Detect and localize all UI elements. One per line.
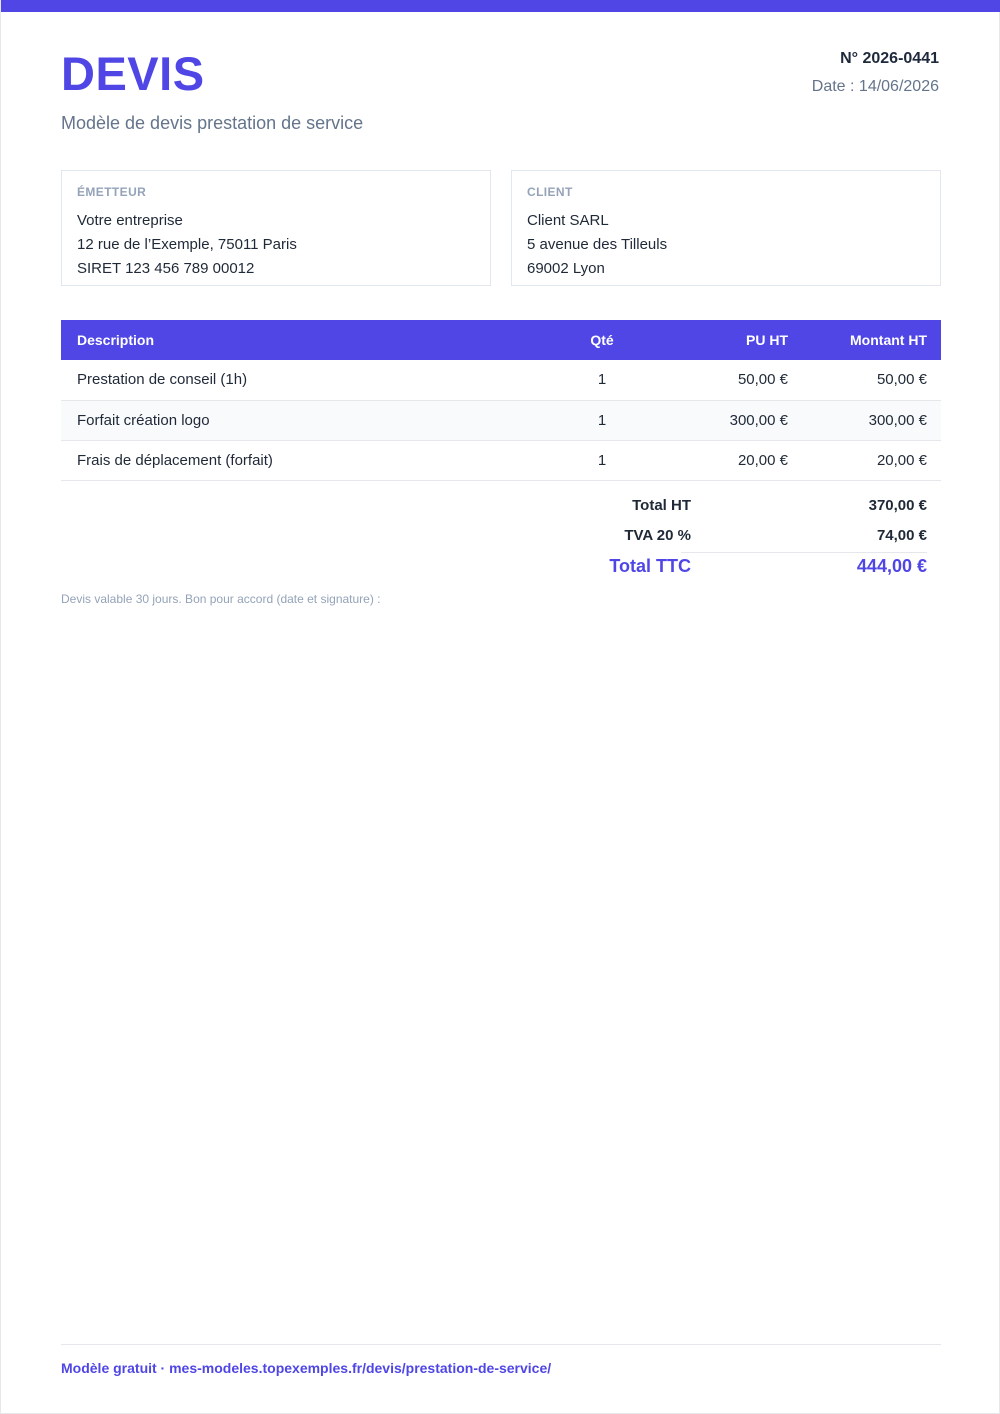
table-header-row: Description Qté PU HT Montant HT: [61, 320, 941, 360]
row-unit-price: 300,00 €: [661, 400, 802, 441]
subtotal-value: 370,00 €: [868, 497, 927, 514]
document-subtitle: Modèle de devis prestation de service: [61, 113, 364, 133]
grand-total-label: Total TTC: [609, 556, 691, 576]
top-accent-bar: [1, 0, 1000, 12]
subtotal-row: Total HT 370,00 €: [561, 490, 941, 520]
quote-number: N° 2026-0441: [840, 50, 939, 67]
totals-block: Total HT 370,00 € TVA 20 % 74,00 € Total…: [561, 490, 941, 580]
vat-label: TVA 20 %: [624, 527, 691, 544]
quote-page: DEVIS Modèle de devis prestation de serv…: [0, 0, 1000, 1414]
grand-total-value: 444,00 €: [856, 556, 927, 576]
table-row: Prestation de conseil (1h) 1 50,00 € 50,…: [61, 360, 941, 401]
issuer-siret: SIRET 123 456 789 00012: [77, 260, 255, 277]
vat-value: 74,00 €: [876, 527, 927, 544]
issuer-box: ÉMETTEUR Votre entreprise 12 rue de l’Ex…: [61, 170, 491, 286]
client-street: 5 avenue des Tilleuls: [527, 236, 668, 253]
header-qty: Qté: [541, 320, 661, 360]
client-city: 69002 Lyon: [527, 260, 605, 277]
items-table: Description Qté PU HT Montant HT Prestat…: [61, 320, 941, 481]
table-row: Forfait création logo 1 300,00 € 300,00 …: [61, 400, 941, 441]
client-name: Client SARL: [527, 212, 609, 229]
client-heading: CLIENT: [527, 185, 573, 199]
row-qty: 1: [541, 360, 661, 401]
validity-note: Devis valable 30 jours. Bon pour accord …: [61, 592, 381, 606]
vat-row: TVA 20 % 74,00 €: [561, 520, 941, 550]
issuer-name: Votre entreprise: [77, 212, 183, 229]
row-description: Frais de déplacement (forfait): [61, 440, 541, 481]
row-amount: 50,00 €: [802, 360, 941, 401]
header-unit-price: PU HT: [661, 320, 802, 360]
row-description: Forfait création logo: [61, 400, 541, 441]
header-description: Description: [61, 320, 541, 360]
grand-total-row: Total TTC 444,00 €: [561, 550, 941, 580]
row-description: Prestation de conseil (1h): [61, 360, 541, 401]
row-qty: 1: [541, 440, 661, 481]
issuer-heading: ÉMETTEUR: [77, 185, 147, 199]
table-row: Frais de déplacement (forfait) 1 20,00 €…: [61, 440, 941, 481]
document-title: DEVIS: [61, 47, 205, 100]
header-amount: Montant HT: [802, 320, 941, 360]
subtotal-label: Total HT: [632, 497, 691, 514]
footer-divider: [61, 1344, 941, 1345]
issuer-address: 12 rue de l’Exemple, 75011 Paris: [77, 236, 297, 253]
client-box: CLIENT Client SARL 5 avenue des Tilleuls…: [511, 170, 941, 286]
row-amount: 20,00 €: [802, 440, 941, 481]
quote-date: Date : 14/06/2026: [811, 78, 939, 95]
row-unit-price: 50,00 €: [661, 360, 802, 401]
row-unit-price: 20,00 €: [661, 440, 802, 481]
row-qty: 1: [541, 400, 661, 441]
footer-template-link[interactable]: Modèle gratuit · mes-modeles.topexemples…: [61, 1360, 551, 1377]
row-amount: 300,00 €: [802, 400, 941, 441]
